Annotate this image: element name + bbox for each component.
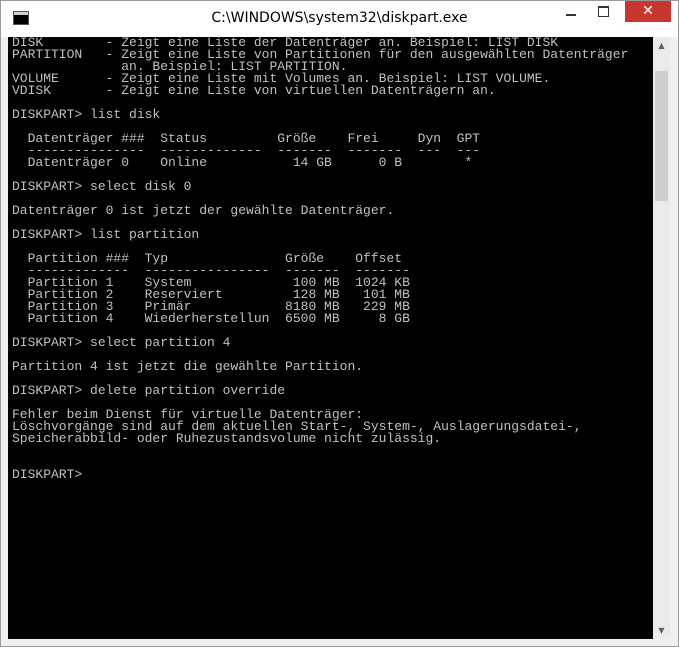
scrollbar-thumb[interactable] <box>655 71 668 201</box>
console-output[interactable]: DISK - Zeigt eine Liste der Datenträger … <box>8 37 653 639</box>
scroll-up-button[interactable]: ▲ <box>653 37 670 54</box>
console-line: DISKPART> select disk 0 <box>12 179 192 194</box>
arrow-down-icon: ▼ <box>658 626 665 635</box>
close-button[interactable]: ✕ <box>625 1 671 22</box>
console-line: Partition 4 ist jetzt die gewählte Parti… <box>12 359 364 374</box>
scroll-down-button[interactable]: ▼ <box>653 622 670 639</box>
console-window: C:\WINDOWS\system32\diskpart.exe ✕ DISK … <box>0 0 679 647</box>
title-bar[interactable]: C:\WINDOWS\system32\diskpart.exe ✕ <box>1 1 678 37</box>
maximize-icon <box>598 6 609 17</box>
arrow-up-icon: ▲ <box>658 41 665 50</box>
console-line: Datenträger 0 Online 14 GB 0 B * <box>12 155 473 170</box>
console-line: Partition 4 Wiederherstellun 6500 MB 8 G… <box>12 311 410 326</box>
console-line: VDISK - Zeigt eine Liste von virtuellen … <box>12 83 496 98</box>
console-text: DISK - Zeigt eine Liste der Datenträger … <box>8 37 653 481</box>
maximize-button[interactable] <box>589 1 619 21</box>
console-line: Speicherabbild- oder Ruhezustandsvolume … <box>12 431 442 446</box>
console-line: Datenträger 0 ist jetzt der gewählte Dat… <box>12 203 395 218</box>
console-line: DISKPART> select partition 4 <box>12 335 231 350</box>
console-line: DISKPART> list partition <box>12 227 200 242</box>
minimize-icon <box>566 14 576 16</box>
minimize-button[interactable] <box>556 1 586 21</box>
console-line: DISKPART> list disk <box>12 107 161 122</box>
console-line: DISKPART> <box>12 467 91 482</box>
vertical-scrollbar[interactable]: ▲ ▼ <box>653 37 670 639</box>
close-icon: ✕ <box>642 3 654 19</box>
console-line: DISKPART> delete partition override <box>12 383 286 398</box>
